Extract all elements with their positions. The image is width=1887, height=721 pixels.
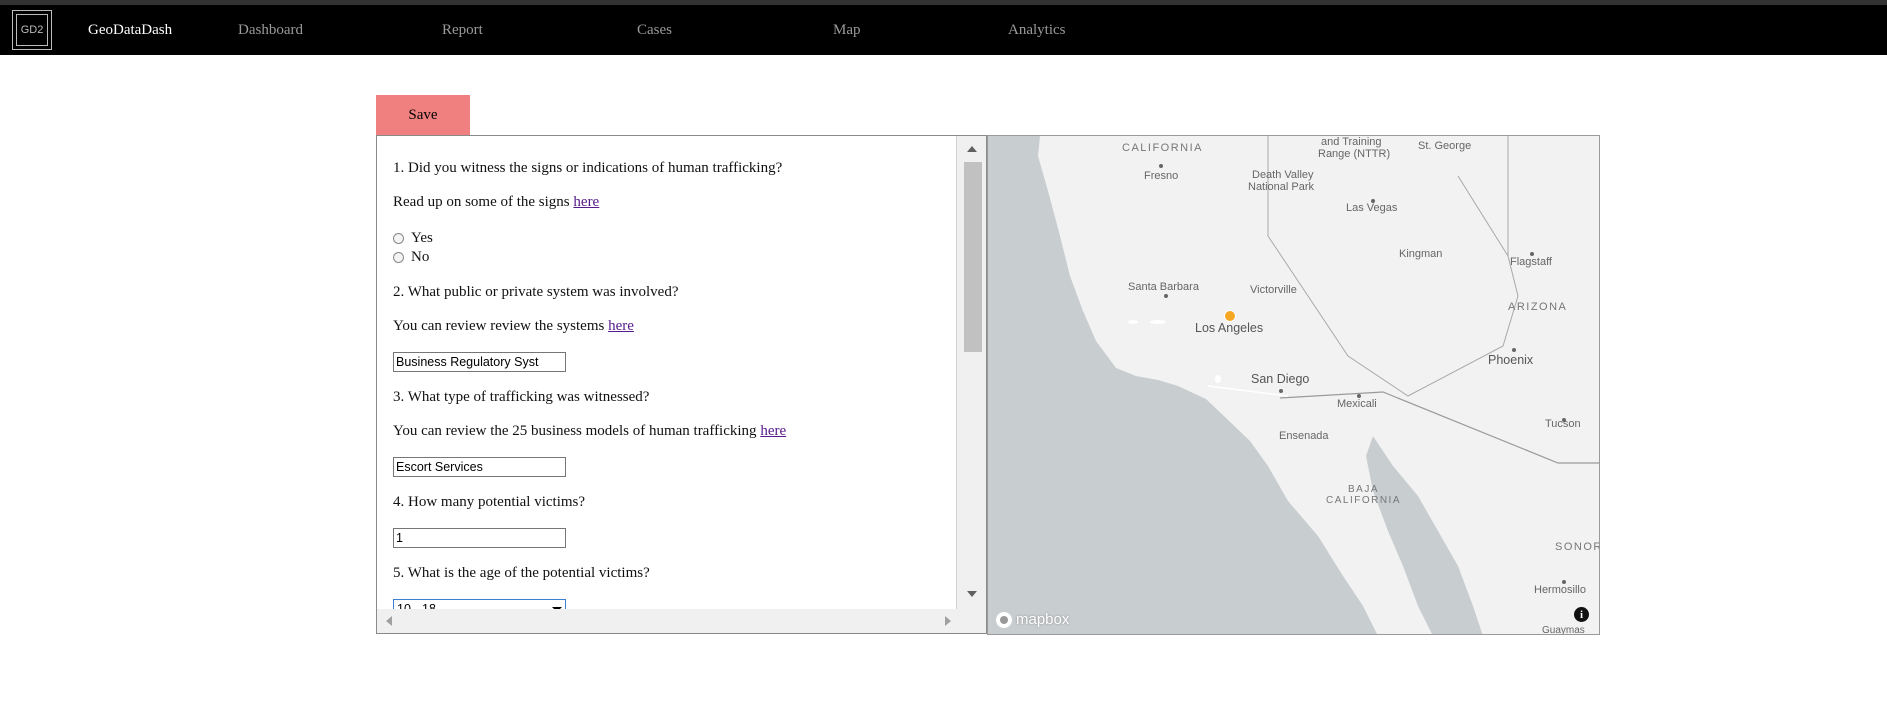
system-input[interactable] (393, 352, 566, 372)
logo-text: GD2 (16, 14, 48, 46)
business-models-link[interactable]: here (760, 423, 786, 439)
mapbox-logo[interactable]: mapbox (996, 611, 1069, 628)
map-label-range: Range (NTTR) (1318, 148, 1391, 160)
map-view[interactable]: CALIFORNIA and Training Range (NTTR) St.… (987, 135, 1600, 635)
nav-cases[interactable]: Cases (637, 5, 672, 55)
mapbox-icon (996, 611, 1012, 628)
victims-count-input[interactable] (393, 528, 566, 548)
brand-name[interactable]: GeoDataDash (88, 5, 172, 55)
save-button[interactable]: Save (376, 95, 470, 135)
scroll-up-icon[interactable] (967, 146, 977, 152)
location-marker[interactable] (1224, 310, 1236, 322)
report-form: 1. Did you witness the signs or indicati… (393, 136, 953, 610)
hint-text: You can review the 25 business models of… (393, 423, 761, 439)
horizontal-scrollbar[interactable] (377, 609, 986, 633)
vertical-scrollbar[interactable] (956, 136, 986, 610)
map-label-california: CALIFORNIA (1122, 142, 1204, 154)
map-dot-fresno (1159, 164, 1163, 168)
map-label-tucson: Tucson (1545, 418, 1581, 430)
scroll-down-icon[interactable] (967, 591, 977, 597)
map-label-los-angeles: Los Angeles (1195, 321, 1264, 335)
navbar: GD2 GeoDataDash Dashboard Report Cases M… (0, 5, 1887, 55)
map-label-st-george: St. George (1418, 140, 1472, 152)
map-dot-santa-barbara (1164, 294, 1168, 298)
question-1-hint: Read up on some of the signs here (393, 194, 599, 211)
map-label-sonora: SONOR (1555, 541, 1600, 553)
map-label-las-vegas: Las Vegas (1346, 202, 1398, 214)
radio-no[interactable]: No (393, 249, 429, 266)
map-dot-phoenix (1512, 348, 1516, 352)
map-dot-san-diego (1279, 389, 1283, 393)
map-label-baja: BAJA (1348, 484, 1380, 495)
nav-map[interactable]: Map (833, 5, 861, 55)
map-label-ensenada: Ensenada (1279, 430, 1329, 442)
map-label-guaymas: Guaymas (1542, 625, 1585, 635)
question-3: 3. What type of trafficking was witnesse… (393, 389, 650, 405)
radio-no-label: No (411, 249, 430, 265)
map-label-kingman: Kingman (1399, 248, 1443, 260)
map-label-baja-california: CALIFORNIA (1326, 495, 1402, 506)
radio-no-input[interactable] (393, 252, 404, 263)
radio-yes-input[interactable] (393, 233, 404, 244)
mapbox-icon-inner (1000, 615, 1008, 624)
map-label-national-park: National Park (1248, 181, 1315, 193)
vertical-scroll-thumb[interactable] (964, 162, 982, 352)
hint-text: Read up on some of the signs (393, 194, 574, 210)
map-label-victorville: Victorville (1250, 284, 1297, 296)
nav-analytics[interactable]: Analytics (1008, 5, 1066, 55)
radio-yes-label: Yes (411, 230, 433, 246)
systems-link[interactable]: here (608, 318, 634, 334)
scroll-left-icon[interactable] (386, 616, 392, 626)
map-label-hermosillo: Hermosillo (1534, 584, 1586, 596)
nav-report[interactable]: Report (442, 5, 483, 55)
map-label-santa-barbara: Santa Barbara (1128, 281, 1199, 293)
map-label-fresno: Fresno (1144, 170, 1179, 182)
map-label-training: and Training (1321, 136, 1382, 148)
map-label-arizona: ARIZONA (1508, 301, 1568, 313)
report-form-panel: 1. Did you witness the signs or indicati… (376, 135, 987, 634)
radio-yes[interactable]: Yes (393, 230, 433, 247)
scroll-right-icon[interactable] (945, 616, 951, 626)
trafficking-type-input[interactable] (393, 457, 566, 477)
question-1: 1. Did you witness the signs or indicati… (393, 160, 783, 176)
signs-link[interactable]: here (573, 194, 599, 210)
mapbox-wordmark: mapbox (1016, 611, 1070, 628)
map-label-phoenix: Phoenix (1488, 353, 1534, 367)
map-label-san-diego: San Diego (1251, 372, 1310, 386)
question-4: 4. How many potential victims? (393, 494, 586, 510)
hint-text: You can review review the systems (393, 318, 609, 334)
info-icon[interactable]: i (1574, 607, 1589, 622)
logo[interactable]: GD2 (12, 10, 52, 50)
question-2-hint: You can review review the systems here (393, 318, 634, 335)
nav-dashboard[interactable]: Dashboard (238, 5, 303, 55)
question-3-hint: You can review the 25 business models of… (393, 423, 786, 440)
map-label-death-valley: Death Valley (1252, 169, 1314, 181)
question-2: 2. What public or private system was inv… (393, 284, 679, 300)
map-label-mexicali: Mexicali (1337, 398, 1377, 410)
question-5: 5. What is the age of the potential vict… (393, 565, 650, 581)
map-label-flagstaff: Flagstaff (1510, 256, 1552, 268)
